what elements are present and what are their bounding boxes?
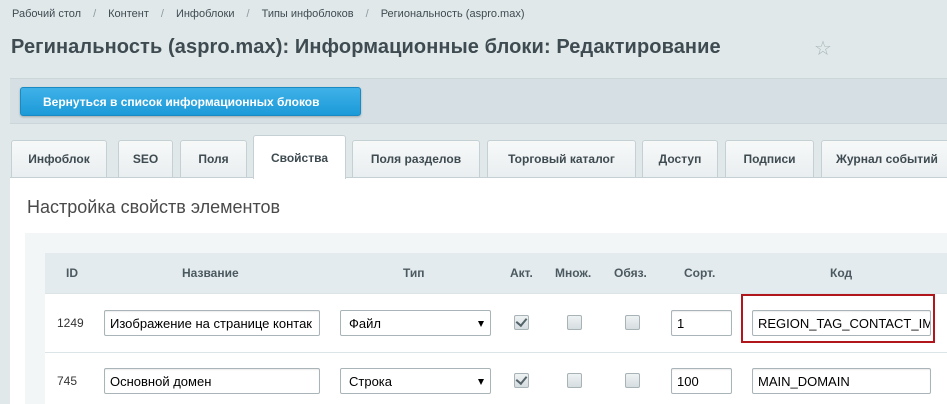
tab-infoblock[interactable]: Инфоблок bbox=[11, 140, 107, 177]
column-header-multiple: Множ. bbox=[555, 266, 592, 280]
tab-section-fields[interactable]: Поля разделов bbox=[352, 140, 480, 177]
sort-input[interactable]: 1 bbox=[671, 310, 732, 336]
tab-seo[interactable]: SEO bbox=[118, 140, 173, 177]
tab-captions[interactable]: Подписи bbox=[725, 140, 814, 177]
breadcrumb-separator-icon: / bbox=[160, 8, 164, 20]
row-id: 745 bbox=[57, 374, 78, 388]
breadcrumb-separator-icon: / bbox=[93, 8, 97, 20]
required-checkbox[interactable] bbox=[625, 315, 640, 330]
property-type-value: Строка bbox=[349, 374, 393, 389]
favorite-star-icon[interactable]: ☆ bbox=[814, 38, 832, 60]
tab-label: Поля разделов bbox=[370, 152, 462, 166]
breadcrumb-separator-icon: / bbox=[246, 8, 250, 20]
tab-label: SEO bbox=[132, 152, 159, 166]
breadcrumb-item-infoblock-types[interactable]: Типы инфоблоков bbox=[262, 8, 354, 20]
breadcrumb: Рабочий стол / Контент / Инфоблоки / Тип… bbox=[12, 8, 525, 20]
tab-fields[interactable]: Поля bbox=[180, 140, 247, 177]
tab-trade-catalog[interactable]: Торговый каталог bbox=[487, 140, 636, 177]
column-header-type: Тип bbox=[403, 266, 425, 280]
chevron-down-icon bbox=[478, 321, 484, 327]
breadcrumb-item-infoblocks[interactable]: Инфоблоки bbox=[176, 8, 235, 20]
tab-access[interactable]: Доступ bbox=[642, 140, 718, 177]
active-checkbox[interactable] bbox=[514, 314, 529, 330]
row-divider bbox=[45, 352, 947, 353]
property-type-select[interactable]: Файл bbox=[340, 310, 491, 336]
breadcrumb-separator-icon: / bbox=[365, 8, 369, 20]
property-type-value: Файл bbox=[349, 316, 381, 331]
table-header bbox=[45, 253, 947, 293]
tab-label: Подписи bbox=[743, 152, 796, 166]
row-id: 1249 bbox=[57, 316, 84, 330]
section-title: Настройка свойств элементов bbox=[27, 197, 281, 217]
breadcrumb-item-desktop[interactable]: Рабочий стол bbox=[12, 8, 81, 20]
tab-label: Журнал событий bbox=[836, 152, 938, 166]
code-highlight-box bbox=[741, 294, 935, 343]
tab-event-log[interactable]: Журнал событий bbox=[821, 140, 947, 177]
column-header-name: Название bbox=[182, 266, 239, 280]
active-checkbox[interactable] bbox=[514, 372, 529, 388]
checkmark-icon bbox=[515, 372, 528, 386]
tab-label: Поля bbox=[198, 152, 229, 166]
page-title: Регинальность (aspro.max): Информационны… bbox=[11, 36, 721, 58]
column-header-required: Обяз. bbox=[614, 266, 647, 280]
column-header-sort: Сорт. bbox=[684, 266, 716, 280]
tab-label: Свойства bbox=[270, 150, 329, 165]
multiple-checkbox[interactable] bbox=[567, 373, 582, 388]
tab-label: Инфоблок bbox=[28, 152, 90, 166]
property-name-input[interactable]: Изображение на странице контак bbox=[104, 310, 320, 336]
required-checkbox[interactable] bbox=[625, 373, 640, 388]
breadcrumb-item-content[interactable]: Контент bbox=[108, 8, 149, 20]
multiple-checkbox[interactable] bbox=[567, 315, 582, 330]
column-header-code: Код bbox=[830, 266, 853, 280]
property-name-input[interactable]: Основной домен bbox=[104, 368, 320, 394]
tab-label: Торговый каталог bbox=[508, 152, 615, 166]
checkmark-icon bbox=[515, 314, 528, 328]
column-header-active: Акт. bbox=[510, 266, 533, 280]
back-to-list-label: Вернуться в список информационных блоков bbox=[43, 94, 320, 109]
sort-input[interactable]: 100 bbox=[671, 368, 732, 394]
chevron-down-icon bbox=[478, 379, 484, 385]
property-type-select[interactable]: Строка bbox=[340, 368, 491, 394]
code-input[interactable]: MAIN_DOMAIN bbox=[752, 368, 931, 394]
tab-properties[interactable]: Свойства bbox=[253, 135, 346, 179]
column-header-id: ID bbox=[66, 266, 78, 280]
tab-label: Доступ bbox=[658, 152, 702, 166]
back-to-list-button[interactable]: Вернуться в список информационных блоков bbox=[20, 87, 361, 116]
breadcrumb-item-regionality[interactable]: Региональность (aspro.max) bbox=[381, 8, 525, 20]
